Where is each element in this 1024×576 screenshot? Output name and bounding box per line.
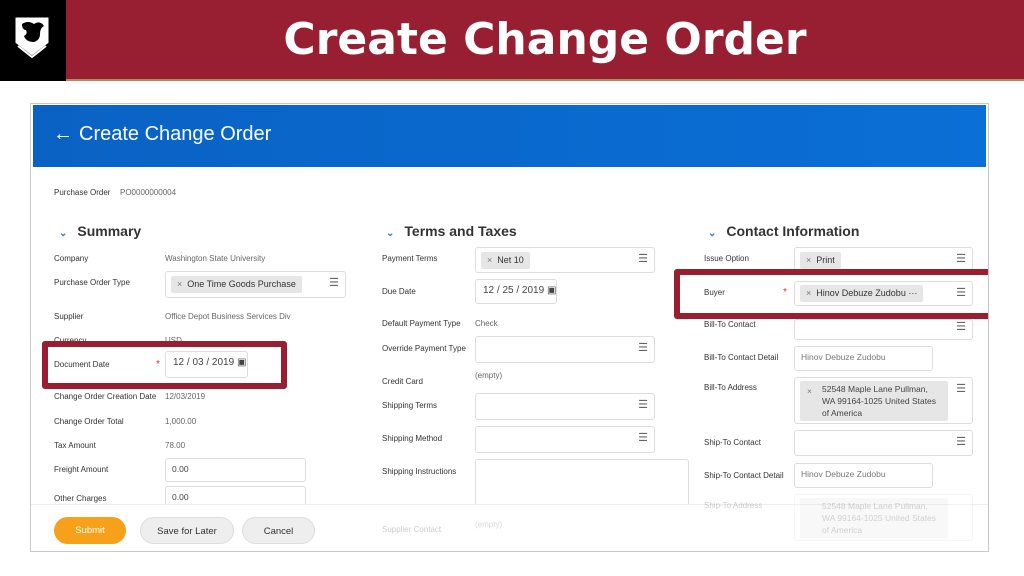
selected-pill: × One Time Goods Purchase <box>171 276 302 293</box>
wsu-logo <box>0 0 66 81</box>
section-title: Contact Information <box>726 223 860 239</box>
shipping-terms-field[interactable]: ☰ <box>475 393 655 420</box>
summary-section-header[interactable]: ⌄ Summary <box>59 223 141 239</box>
ship-to-address-label: Ship-To Address <box>704 501 763 510</box>
ship-to-contact-detail-label: Ship-To Contact Detail <box>704 471 784 480</box>
pill-text: 52548 Maple Lane Pullman, WA 99164-1025 … <box>822 384 937 418</box>
cancel-button[interactable]: Cancel <box>242 517 315 544</box>
highlight-box-buyer <box>674 269 988 319</box>
chevron-down-icon: ⌄ <box>708 228 717 239</box>
credit-card-value: (empty) <box>475 371 503 380</box>
due-date-input[interactable]: 12 / 25 / 2019 ▣ <box>475 279 557 304</box>
shipping-method-label: Shipping Method <box>382 434 443 443</box>
selected-pill: 52548 Maple Lane Pullman, WA 99164-1025 … <box>800 498 948 538</box>
issue-option-label: Issue Option <box>704 254 749 263</box>
default-payment-value: Check <box>475 319 498 328</box>
tax-label: Tax Amount <box>54 441 96 450</box>
chevron-down-icon: ⌄ <box>386 228 395 239</box>
bill-to-contact-field[interactable]: ☰ <box>794 319 973 340</box>
po-type-field[interactable]: × One Time Goods Purchase ☰ <box>165 271 346 298</box>
bill-to-address-field[interactable]: × 52548 Maple Lane Pullman, WA 99164-1025… <box>794 377 973 424</box>
override-payment-field[interactable]: ☰ <box>475 336 655 363</box>
credit-card-label: Credit Card <box>382 377 423 386</box>
list-icon[interactable]: ☰ <box>329 276 339 289</box>
ship-to-contact-detail-input[interactable]: Hinov Debuze Zudobu <box>794 463 933 488</box>
highlight-box-document-date <box>42 341 287 389</box>
other-charges-label: Other Charges <box>54 494 107 503</box>
page-title: Create Change Order <box>79 123 272 145</box>
company-label: Company <box>54 254 89 263</box>
list-icon[interactable]: ☰ <box>638 398 648 411</box>
supplier-label: Supplier <box>54 312 84 321</box>
shipping-instructions-textarea[interactable] <box>475 459 689 507</box>
list-icon[interactable]: ☰ <box>638 341 648 354</box>
purchase-order-value: PO0000000004 <box>120 188 177 197</box>
tax-value: 78.00 <box>165 441 186 450</box>
bill-to-contact-detail-label: Bill-To Contact Detail <box>704 353 779 362</box>
override-payment-label: Override Payment Type <box>382 344 466 353</box>
ship-to-contact-field[interactable]: ☰ <box>794 430 973 456</box>
supplier-value: Office Depot Business Services Div <box>165 312 291 321</box>
freight-label: Freight Amount <box>54 465 109 474</box>
due-date-label: Due Date <box>382 287 416 296</box>
payment-terms-label: Payment Terms <box>382 254 438 263</box>
bill-to-contact-label: Bill-To Contact <box>704 320 756 329</box>
workday-screenshot: ← Create Change Order Purchase Order PO0… <box>30 103 989 552</box>
contact-section-header[interactable]: ⌄ Contact Information <box>708 223 859 239</box>
remove-icon[interactable]: × <box>177 279 182 289</box>
submit-button[interactable]: Submit <box>54 517 126 544</box>
list-icon[interactable]: ☰ <box>638 252 648 265</box>
selected-pill: × Net 10 <box>481 252 530 269</box>
remove-icon[interactable]: × <box>806 255 811 265</box>
po-type-label: Purchase Order Type <box>54 278 130 287</box>
creation-date-label: Change Order Creation Date <box>54 392 157 401</box>
section-title: Summary <box>77 223 142 239</box>
slide-banner: Create Change Order <box>0 0 1024 81</box>
shipping-terms-label: Shipping Terms <box>382 401 437 410</box>
list-icon[interactable]: ☰ <box>956 382 966 395</box>
remove-icon[interactable]: × <box>487 255 492 265</box>
default-payment-label: Default Payment Type <box>382 319 461 328</box>
list-icon[interactable]: ☰ <box>956 435 966 448</box>
payment-terms-field[interactable]: × Net 10 ☰ <box>475 247 655 273</box>
date-text: 12 / 25 / 2019 <box>483 285 545 296</box>
freight-input[interactable]: 0.00 <box>165 458 306 482</box>
list-icon[interactable]: ☰ <box>956 320 966 333</box>
total-value: 1,000.00 <box>165 417 197 426</box>
company-value: Washington State University <box>165 254 266 263</box>
app-header: ← Create Change Order <box>33 105 986 167</box>
remove-icon[interactable]: × <box>807 385 812 397</box>
section-title: Terms and Taxes <box>404 223 517 239</box>
slide-title: Create Change Order <box>283 14 807 65</box>
total-label: Change Order Total <box>54 417 124 426</box>
chevron-down-icon: ⌄ <box>59 228 68 239</box>
purchase-order-label: Purchase Order <box>54 188 111 197</box>
shipping-method-field[interactable]: ☰ <box>475 426 655 453</box>
pill-text: One Time Goods Purchase <box>187 279 296 289</box>
supplier-contact-label: Supplier Contact <box>382 525 442 534</box>
list-icon[interactable]: ☰ <box>638 431 648 444</box>
bill-to-address-label: Bill-To Address <box>704 383 757 392</box>
save-for-later-button[interactable]: Save for Later <box>140 517 234 544</box>
selected-pill: × Print <box>800 252 841 269</box>
calendar-icon[interactable]: ▣ <box>547 285 556 296</box>
pill-text: Print <box>816 255 835 265</box>
list-icon[interactable]: ☰ <box>956 252 966 265</box>
ship-to-contact-label: Ship-To Contact <box>704 438 761 447</box>
supplier-contact-value: (empty) <box>475 520 503 529</box>
shipping-instructions-label: Shipping Instructions <box>382 467 457 476</box>
bill-to-contact-detail-input[interactable]: Hinov Debuze Zudobu <box>794 346 933 371</box>
creation-date-value: 12/03/2019 <box>165 392 206 401</box>
pill-text: Net 10 <box>497 255 524 265</box>
terms-section-header[interactable]: ⌄ Terms and Taxes <box>386 223 517 239</box>
selected-pill: × 52548 Maple Lane Pullman, WA 99164-1025… <box>800 381 948 421</box>
ship-to-address-field[interactable]: 52548 Maple Lane Pullman, WA 99164-1025 … <box>794 494 973 541</box>
arrow-left-icon[interactable]: ← <box>53 123 73 146</box>
